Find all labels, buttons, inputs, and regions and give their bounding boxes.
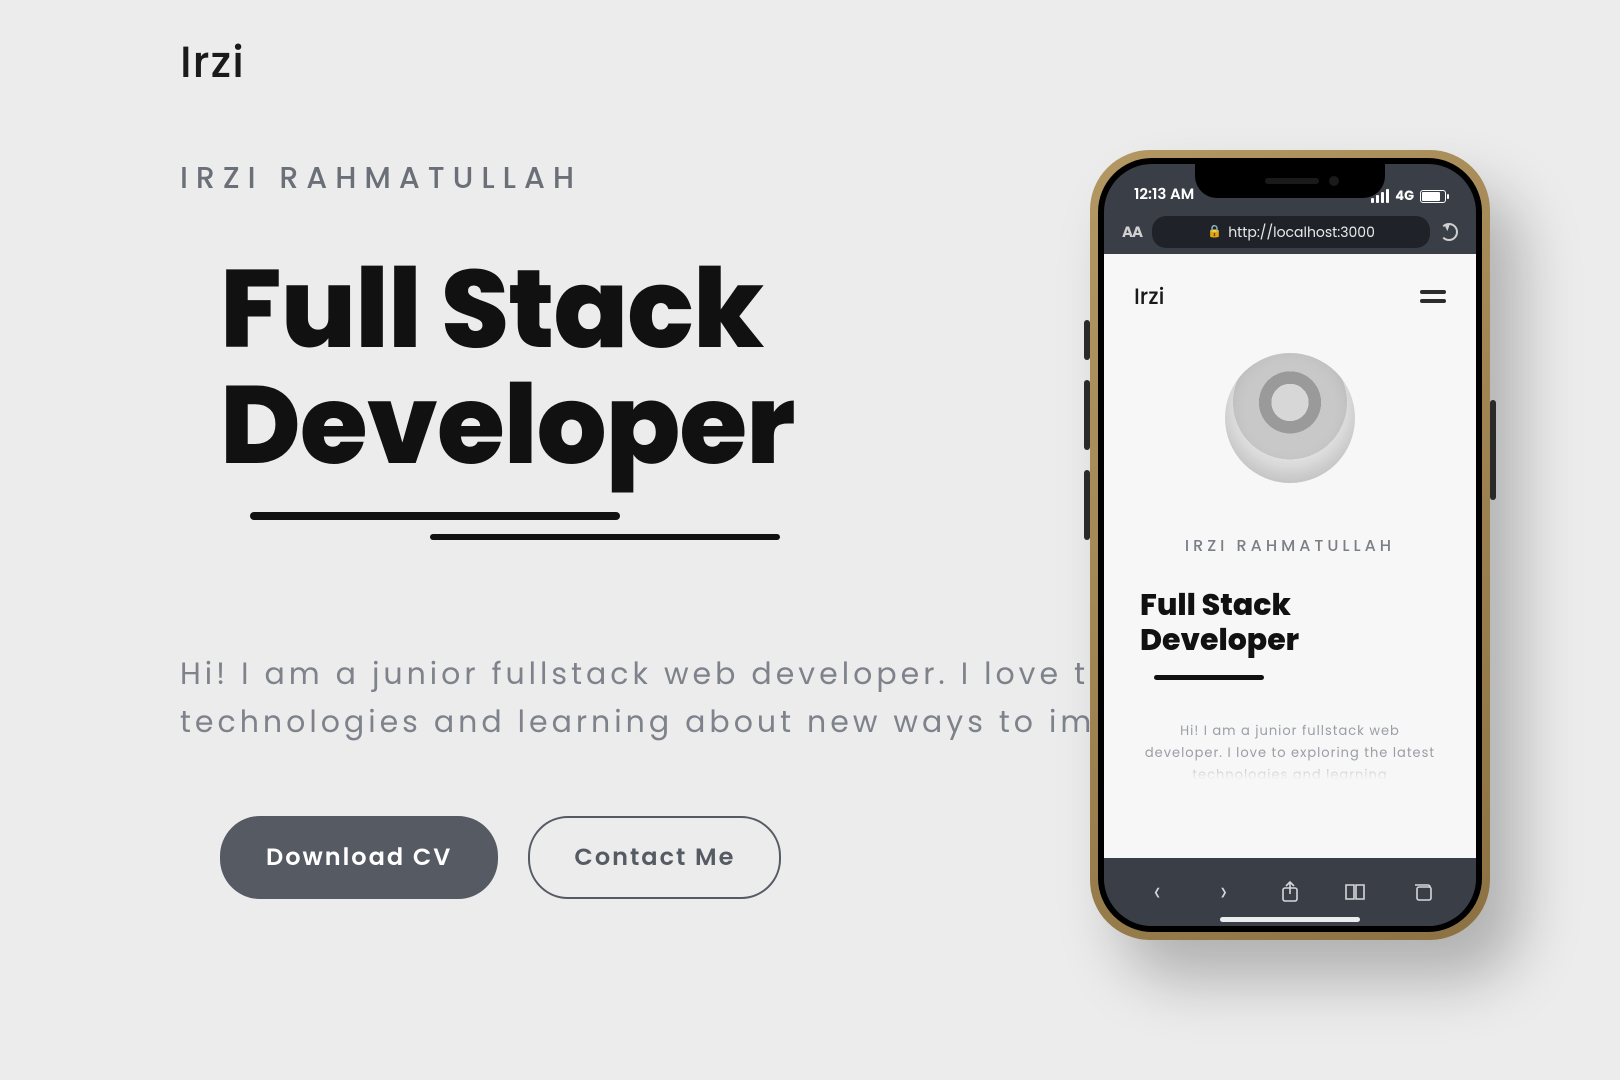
phone-screen: 12:13 AM 4G AA 🔒 http://localhost:3000 I… [1104, 164, 1476, 926]
tabs-icon[interactable] [1408, 877, 1438, 907]
contact-me-button[interactable]: Contact Me [528, 816, 781, 899]
browser-bottom-bar: ‹ › [1104, 858, 1476, 926]
bookmarks-icon[interactable] [1341, 877, 1371, 907]
url-text: http://localhost:3000 [1228, 222, 1375, 243]
network-label: 4G [1395, 186, 1414, 206]
forward-icon[interactable]: › [1209, 877, 1239, 907]
battery-icon [1420, 190, 1446, 203]
home-indicator[interactable] [1220, 917, 1360, 922]
lock-icon: 🔒 [1207, 223, 1222, 241]
mobile-owner-name: IRZI RAHMATULLAH [1134, 533, 1446, 558]
share-icon[interactable] [1275, 877, 1305, 907]
phone-side-button [1490, 400, 1496, 500]
mobile-logo[interactable]: Irzi [1134, 280, 1164, 313]
status-right: 4G [1371, 186, 1446, 206]
hamburger-icon[interactable] [1420, 290, 1446, 303]
mobile-intro-text: Hi! I am a junior fullstack web develope… [1134, 720, 1446, 780]
download-cv-button[interactable]: Download CV [220, 816, 498, 899]
status-time: 12:13 AM [1134, 183, 1194, 206]
mobile-hero-line2: Developer [1140, 623, 1446, 658]
mobile-header: Irzi [1134, 280, 1446, 313]
phone-side-button [1084, 380, 1090, 450]
text-size-icon[interactable]: AA [1122, 221, 1142, 244]
site-logo[interactable]: Irzi [180, 30, 1440, 95]
back-icon[interactable]: ‹ [1142, 877, 1172, 907]
phone-notch [1195, 164, 1385, 198]
mobile-hero-title: Full Stack Developer [1140, 588, 1446, 657]
mobile-underline [1154, 675, 1264, 680]
mobile-page: Irzi IRZI RAHMATULLAH Full Stack Develop… [1104, 254, 1476, 858]
browser-url-bar: AA 🔒 http://localhost:3000 [1104, 210, 1476, 254]
refresh-icon[interactable] [1440, 223, 1458, 241]
avatar [1225, 353, 1355, 483]
url-field[interactable]: 🔒 http://localhost:3000 [1152, 216, 1430, 248]
phone-side-button [1084, 320, 1090, 360]
phone-side-button [1084, 470, 1090, 540]
phone-mockup: 12:13 AM 4G AA 🔒 http://localhost:3000 I… [1090, 150, 1490, 940]
